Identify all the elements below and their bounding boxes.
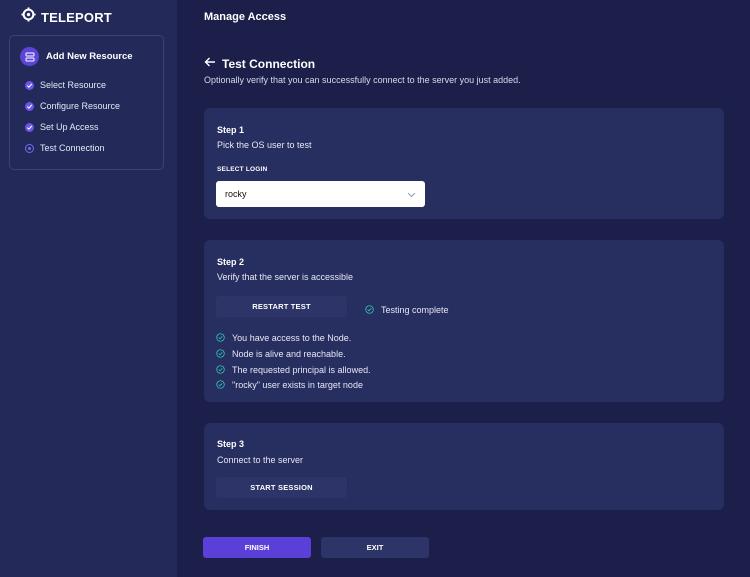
circle-check-icon — [216, 376, 225, 394]
start-session-button[interactable]: START SESSION — [216, 477, 347, 498]
step-title: Step 1 — [217, 125, 245, 135]
page-title: Test Connection — [222, 57, 316, 71]
testing-status: Testing complete — [365, 301, 449, 319]
step-title: Step 3 — [217, 439, 245, 449]
server-icon — [20, 47, 39, 66]
check-icon — [25, 101, 34, 111]
sidebar-item-label: Set Up Access — [40, 122, 99, 132]
finish-button[interactable]: FINISH — [203, 537, 311, 558]
step-1-card: Step 1 Pick the OS user to test SELECT L… — [204, 108, 724, 219]
check-item-text: The requested principal is allowed. — [232, 365, 371, 375]
exit-button[interactable]: EXIT — [321, 537, 429, 558]
circle-check-icon — [365, 301, 374, 319]
nav-header: Add New Resource — [20, 47, 133, 66]
sidebar-item-set-up-access[interactable]: Set Up Access — [25, 122, 99, 132]
add-resource-nav: Add New Resource Select Resource Configu… — [9, 35, 164, 170]
check-item: "rocky" user exists in target node — [216, 376, 363, 394]
brand-logo[interactable]: TELEPORT — [21, 7, 112, 27]
step-3-card: Step 3 Connect to the server START SESSI… — [204, 423, 724, 510]
check-item-text: Node is alive and reachable. — [232, 349, 346, 359]
step-description: Pick the OS user to test — [217, 140, 312, 150]
step-title: Step 2 — [217, 257, 245, 267]
sidebar-item-select-resource[interactable]: Select Resource — [25, 80, 106, 90]
current-step-icon — [25, 143, 34, 153]
page-subtitle: Optionally verify that you can successfu… — [204, 75, 521, 85]
sidebar-item-label: Configure Resource — [40, 101, 121, 111]
check-icon — [25, 80, 34, 90]
login-select-value: rocky — [225, 189, 247, 199]
sidebar-item-label: Select Resource — [40, 80, 107, 90]
restart-test-button[interactable]: RESTART TEST — [216, 296, 347, 317]
step-2-card: Step 2 Verify that the server is accessi… — [204, 240, 724, 402]
check-icon — [25, 122, 34, 132]
page-heading: Test Connection — [204, 55, 315, 73]
login-select[interactable]: rocky — [216, 181, 425, 207]
back-arrow-icon[interactable] — [204, 55, 216, 73]
sidebar: TELEPORT Add New Resource Select Resourc… — [0, 0, 177, 577]
step-description: Verify that the server is accessible — [217, 272, 354, 282]
page-header-title: Manage Access — [204, 11, 287, 23]
chevron-down-icon — [407, 185, 416, 203]
step-description: Connect to the server — [217, 455, 304, 465]
sidebar-item-test-connection[interactable]: Test Connection — [25, 143, 105, 153]
teleport-logo-icon — [21, 7, 36, 27]
check-item-text: "rocky" user exists in target node — [232, 380, 363, 390]
check-item-text: You have access to the Node. — [232, 333, 352, 343]
brand-name: TELEPORT — [41, 9, 112, 25]
nav-header-label: Add New Resource — [46, 51, 133, 62]
sidebar-item-label: Test Connection — [40, 143, 105, 153]
select-login-label: SELECT LOGIN — [217, 166, 268, 173]
sidebar-item-configure-resource[interactable]: Configure Resource — [25, 101, 120, 111]
testing-status-text: Testing complete — [381, 305, 449, 315]
